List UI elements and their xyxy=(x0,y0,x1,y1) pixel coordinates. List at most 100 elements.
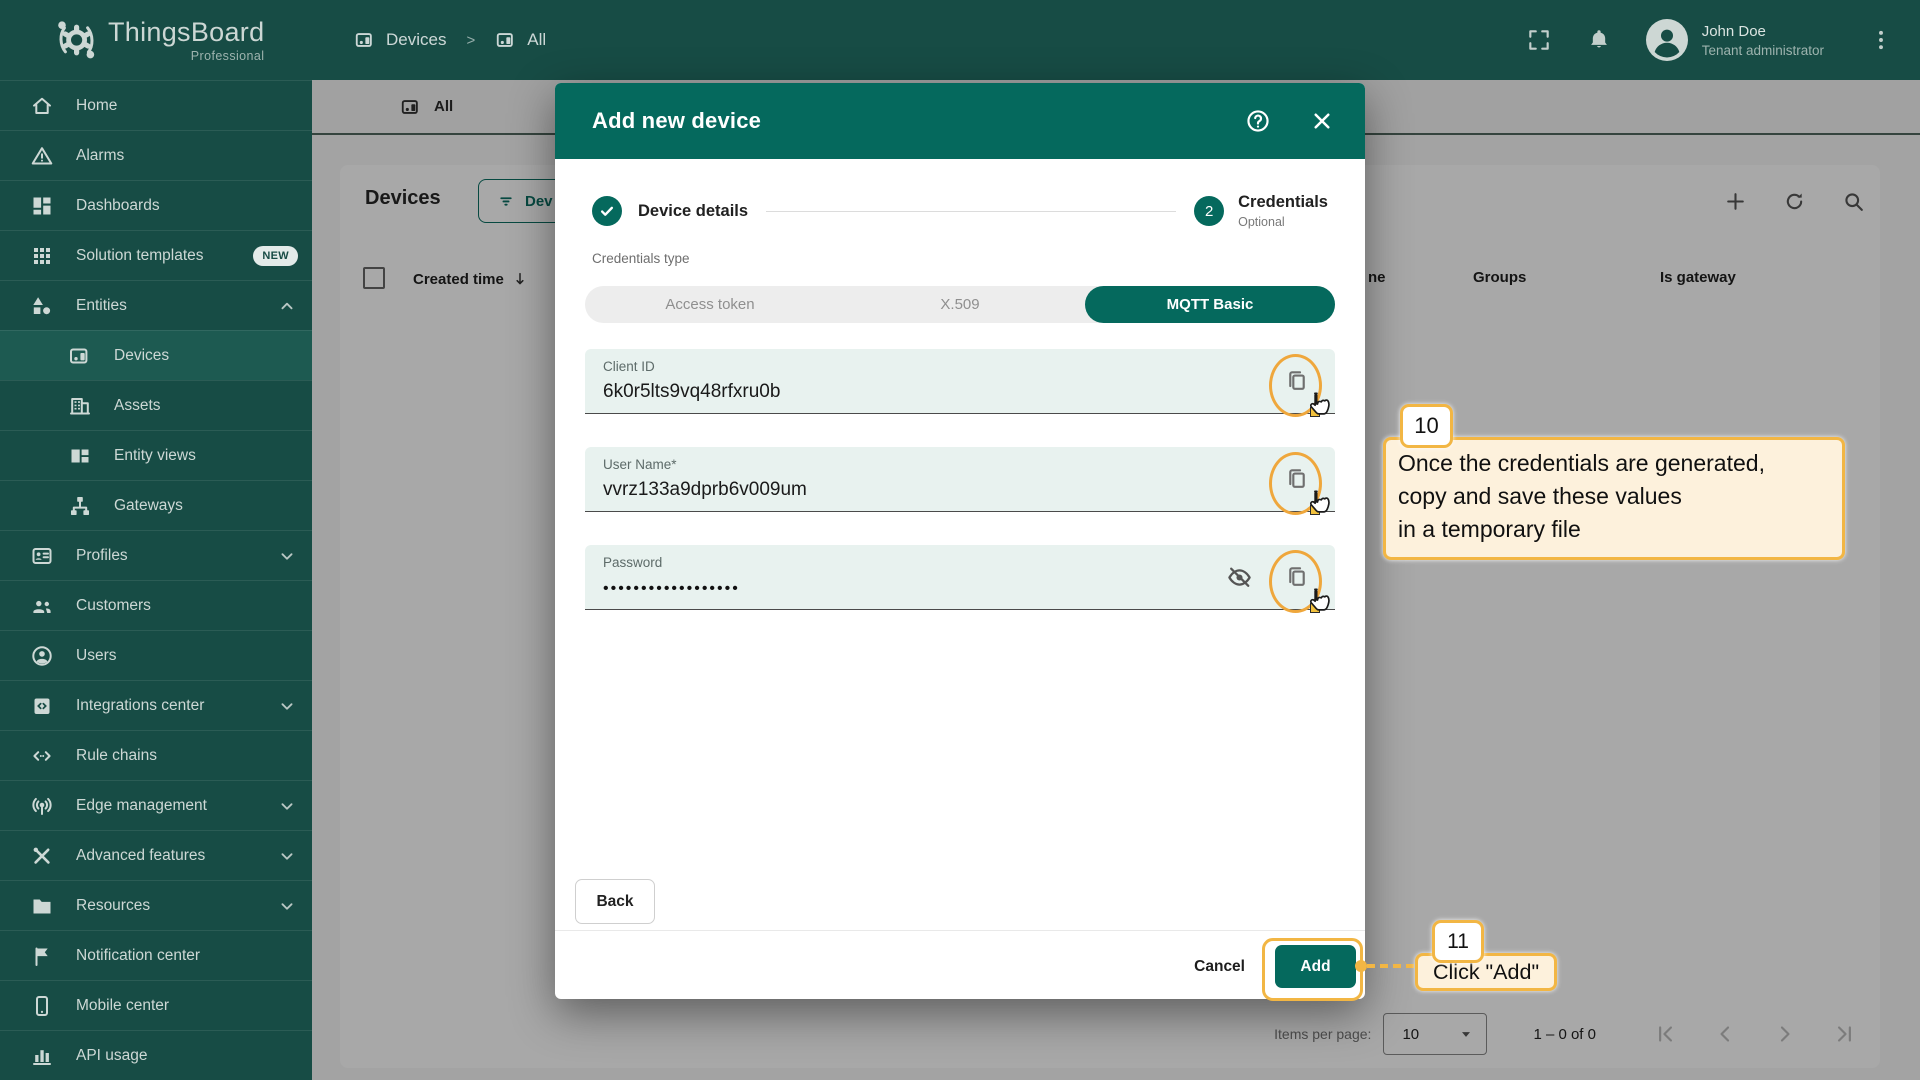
user-name-label: User Name* xyxy=(603,457,677,472)
sidebar-item-label: Gateways xyxy=(114,496,183,514)
kebab-menu-icon[interactable] xyxy=(1868,27,1894,53)
cursor-click-box xyxy=(1310,407,1320,417)
annotation-text-line: Once the credentials are generated, xyxy=(1398,450,1765,476)
new-badge: NEW xyxy=(253,245,298,266)
stepper-line xyxy=(766,210,1177,212)
close-icon[interactable] xyxy=(1309,108,1335,134)
edge-management-icon xyxy=(30,794,54,818)
sidebar-item-label: Solution templates xyxy=(76,246,204,264)
sidebar-item-label: Resources xyxy=(76,896,151,914)
sidebar-item-rule-chains[interactable]: Rule chains xyxy=(0,730,312,780)
sidebar-item-mobile-center[interactable]: Mobile center xyxy=(0,980,312,1030)
cancel-button[interactable]: Cancel xyxy=(1178,945,1261,988)
sidebar-item-label: Devices xyxy=(114,346,170,364)
sidebar-item-notification-center[interactable]: Notification center xyxy=(0,930,312,980)
sidebar-item-dashboards[interactable]: Dashboards xyxy=(0,180,312,230)
chevron-down-icon xyxy=(276,695,298,717)
annotation-note: Once the credentials are generated, copy… xyxy=(1383,437,1845,560)
client-id-field[interactable]: Client ID 6k0r5lts9vq48rfxru0b xyxy=(585,349,1335,417)
dialog-header: Add new device xyxy=(555,83,1365,159)
back-button[interactable]: Back xyxy=(575,879,655,924)
sidebar-item-label: Entities xyxy=(76,296,127,314)
sidebar-item-home[interactable]: Home xyxy=(0,80,312,130)
sidebar-item-label: Rule chains xyxy=(76,746,157,764)
fullscreen-icon[interactable] xyxy=(1526,27,1552,53)
resources-icon xyxy=(30,894,54,918)
devices-icon xyxy=(354,29,376,51)
toggle-password-visibility-icon[interactable] xyxy=(1226,564,1253,591)
tab-x509[interactable]: X.509 xyxy=(835,286,1085,323)
thingsboard-logo[interactable]: ThingsBoard Professional xyxy=(0,16,312,64)
top-bar: ThingsBoard Professional Devices > All J… xyxy=(0,0,1920,80)
copy-user-name-button[interactable] xyxy=(1284,466,1310,492)
add-new-device-dialog: Add new device Device details 2 Credenti… xyxy=(555,83,1365,1001)
copy-client-id-button[interactable] xyxy=(1284,368,1310,394)
notifications-bell-icon[interactable] xyxy=(1586,27,1612,53)
credentials-type-tabs: Access token X.509 MQTT Basic xyxy=(585,286,1335,323)
sidebar-item-label: Profiles xyxy=(76,546,128,564)
brand-subtitle: Professional xyxy=(190,49,265,63)
sidebar-item-integrations-center[interactable]: Integrations center xyxy=(0,680,312,730)
sidebar-item-label: Mobile center xyxy=(76,996,170,1014)
devices-icon xyxy=(495,29,517,51)
add-button[interactable]: Add xyxy=(1275,945,1356,988)
sidebar-item-label: Home xyxy=(76,96,118,114)
sidebar-item-api-usage[interactable]: API usage xyxy=(0,1030,312,1080)
sidebar-item-label: Advanced features xyxy=(76,846,206,864)
tab-mqtt-basic[interactable]: MQTT Basic xyxy=(1085,286,1335,323)
sidebar-item-alarms[interactable]: Alarms xyxy=(0,130,312,180)
sidebar-item-resources[interactable]: Resources xyxy=(0,880,312,930)
user-name-field[interactable]: User Name* vvrz133a9dprb6v009um xyxy=(585,447,1335,515)
users-icon xyxy=(30,644,54,668)
sidebar-item-solution-templates[interactable]: Solution templates NEW xyxy=(0,230,312,280)
sidebar-item-customers[interactable]: Customers xyxy=(0,580,312,630)
copy-password-button[interactable] xyxy=(1284,564,1310,590)
chevron-down-icon xyxy=(276,895,298,917)
person-icon xyxy=(1647,20,1687,60)
sidebar-item-label: API usage xyxy=(76,1046,148,1064)
cursor-click-box xyxy=(1310,603,1320,613)
home-icon xyxy=(30,94,54,118)
breadcrumb-all[interactable]: All xyxy=(495,29,546,51)
sidebar-item-gateways[interactable]: Gateways xyxy=(0,480,312,530)
integrations-center-icon xyxy=(30,694,54,718)
sidebar: Home Alarms Dashboards Solution templates NE… xyxy=(0,80,312,1080)
sidebar-item-advanced-features[interactable]: Advanced features xyxy=(0,830,312,880)
step2-hint: Optional xyxy=(1238,215,1285,229)
customers-icon xyxy=(30,594,54,618)
client-id-value: 6k0r5lts9vq48rfxru0b xyxy=(603,381,781,402)
breadcrumb-label: All xyxy=(527,30,547,49)
breadcrumb-devices[interactable]: Devices xyxy=(354,29,446,51)
user-name: John Doe xyxy=(1701,22,1766,40)
sidebar-item-users[interactable]: Users xyxy=(0,630,312,680)
sidebar-item-devices[interactable]: Devices xyxy=(0,330,312,380)
avatar[interactable] xyxy=(1645,19,1688,61)
breadcrumb: Devices > All xyxy=(354,29,546,51)
chevron-down-icon xyxy=(276,795,298,817)
tab-access-token[interactable]: Access token xyxy=(585,286,835,323)
breadcrumb-label: Devices xyxy=(386,30,447,49)
sidebar-item-assets[interactable]: Assets xyxy=(0,380,312,430)
dashboards-icon xyxy=(30,194,54,218)
sidebar-item-entities[interactable]: Entities xyxy=(0,280,312,330)
sidebar-item-profiles[interactable]: Profiles xyxy=(0,530,312,580)
step1-label: Device details xyxy=(638,201,749,220)
solution-templates-icon xyxy=(30,244,54,268)
sidebar-item-entity-views[interactable]: Entity views xyxy=(0,430,312,480)
sidebar-item-edge-management[interactable]: Edge management xyxy=(0,780,312,830)
help-button[interactable] xyxy=(1245,108,1271,134)
credentials-type-label: Credentials type xyxy=(592,251,690,266)
user-info[interactable]: John Doe Tenant administrator xyxy=(1702,23,1824,58)
annotation-step-number: 11 xyxy=(1432,920,1484,963)
dialog-stepper: Device details 2 Credentials Optional xyxy=(592,186,1328,236)
password-field[interactable]: Password •••••••••••••••••• xyxy=(585,545,1335,613)
entities-icon xyxy=(30,294,54,318)
step2-label: Credentials xyxy=(1238,193,1328,211)
user-name-value: vvrz133a9dprb6v009um xyxy=(603,479,807,500)
notification-center-icon xyxy=(30,944,54,968)
mobile-center-icon xyxy=(30,994,54,1018)
assets-icon xyxy=(68,394,92,418)
annotation-text-line: in a temporary file xyxy=(1398,516,1581,542)
sidebar-item-label: Customers xyxy=(76,596,151,614)
sidebar-item-label: Assets xyxy=(114,396,161,414)
